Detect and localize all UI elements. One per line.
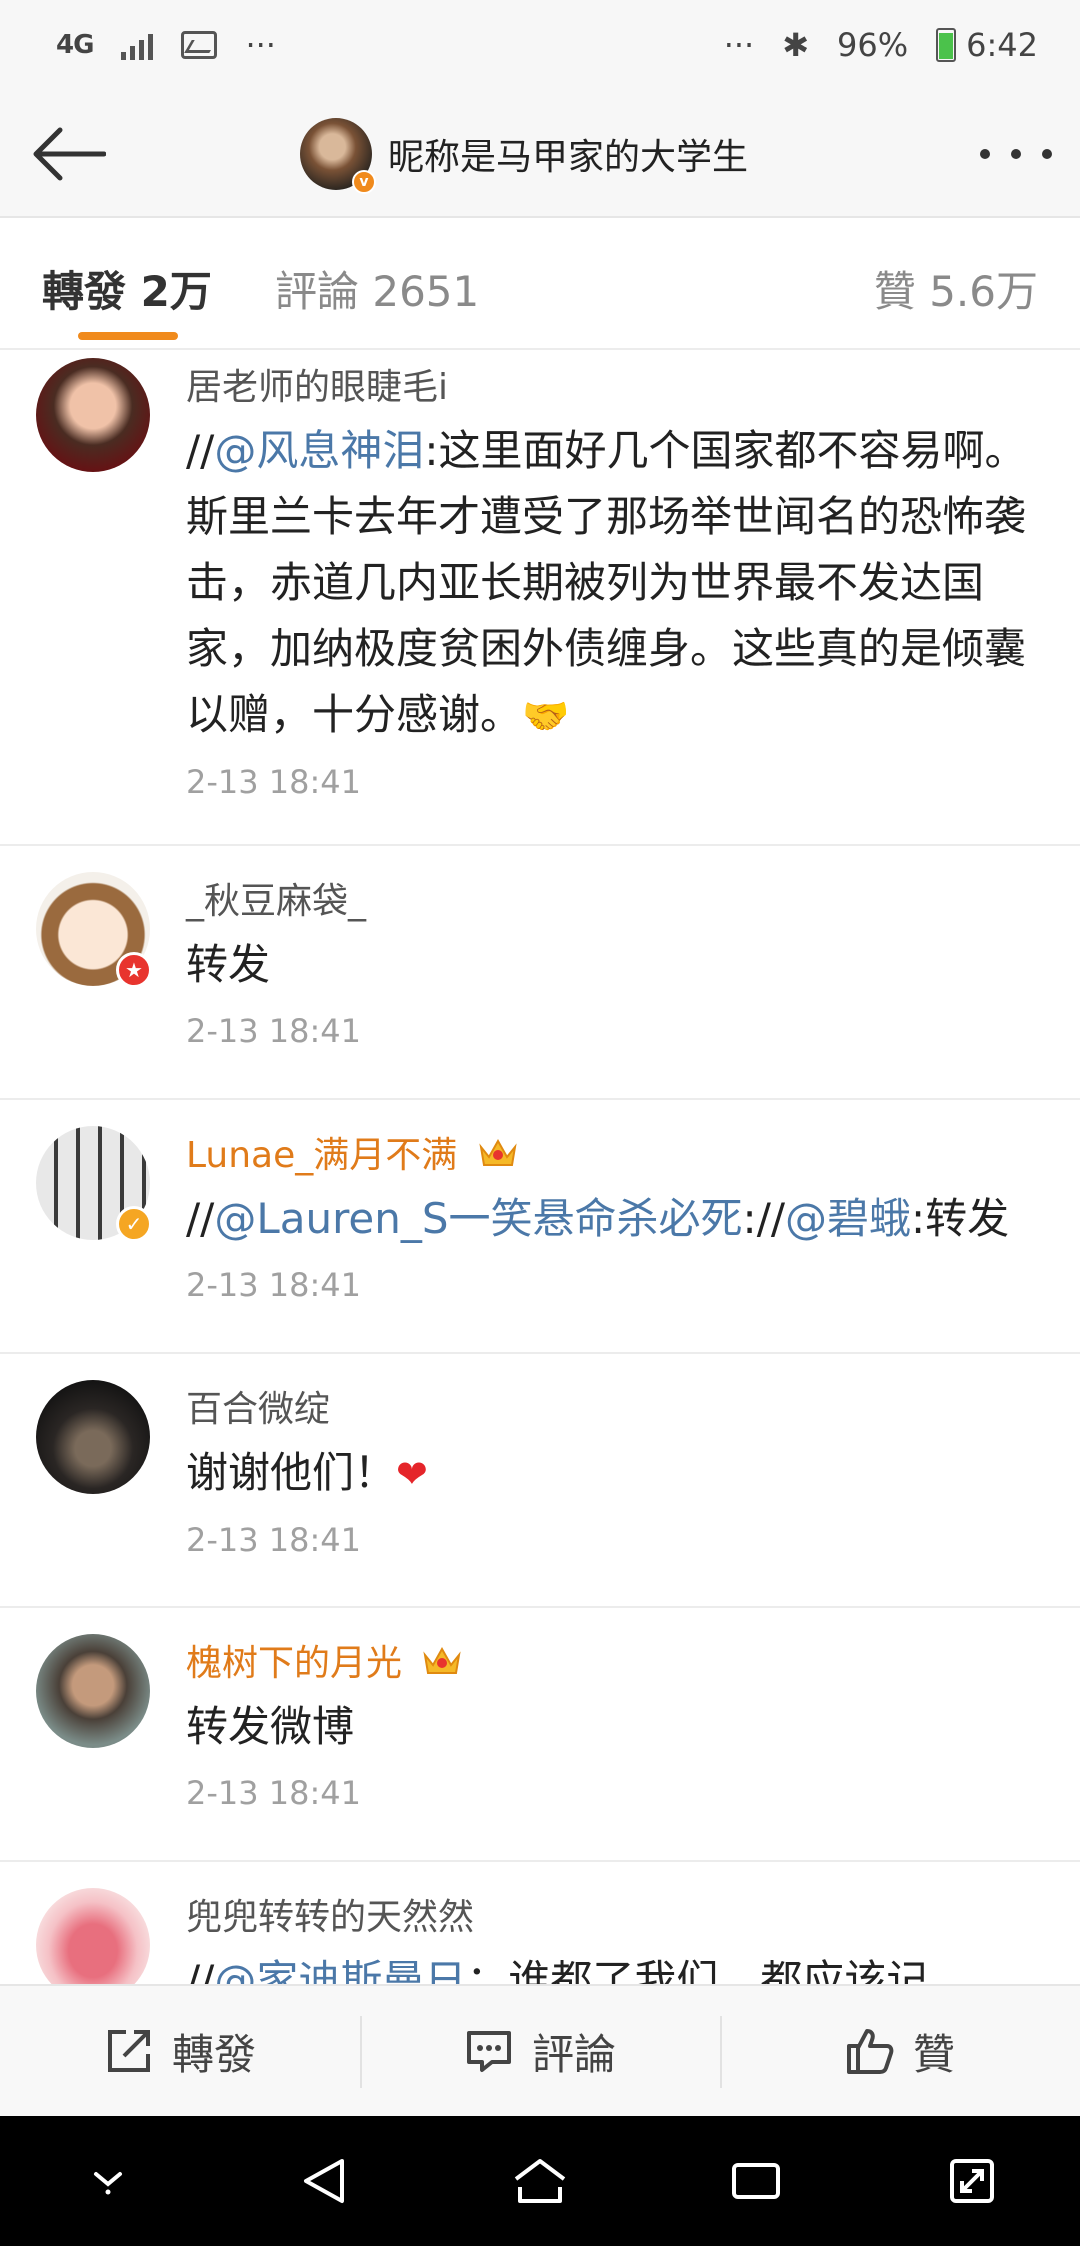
bluetooth-icon: ✱ (782, 26, 810, 64)
gallery-icon (181, 31, 218, 59)
back-button[interactable] (28, 116, 108, 192)
repost-prefix: // (186, 1956, 215, 1984)
repost-text: 谢谢他们！ (186, 1448, 397, 1497)
verified-badge-icon: v (352, 170, 376, 194)
tab-reposts[interactable]: 轉發 2万 (42, 258, 212, 319)
timestamp: 2-13 18:41 (186, 763, 362, 801)
repost-content: //@Lauren_S一笑悬命杀必死://@碧蛾:转发 (186, 1186, 1042, 1252)
comment-button[interactable]: 評論 (360, 1986, 720, 2116)
header-title: 昵称是马甲家的大学生 (388, 137, 749, 178)
hide-nav-button[interactable] (63, 2136, 153, 2226)
thumbs-up-icon (846, 2029, 894, 2074)
mention-link[interactable]: @风息神泪 (214, 426, 424, 475)
avatar[interactable]: ★ (36, 872, 152, 988)
notification-more-icon: ··· (245, 26, 276, 64)
heart-emoji-icon: ❤ (396, 1452, 428, 1496)
list-item[interactable]: 居老师的眼睫毛i //@风息神泪:这里面好几个国家都不容易啊。斯里兰卡去年才遭受… (0, 352, 1080, 846)
arrow-left-icon (33, 127, 106, 181)
mention-link[interactable]: @家迪斯曼日 (214, 1956, 466, 1984)
username[interactable]: 百合微绽 (186, 1380, 1042, 1440)
repost-content: 转发微博 (186, 1702, 355, 1751)
app-header: v 昵称是马甲家的大学生 (0, 90, 1080, 218)
list-item[interactable]: 兜兜转转的天然然 //@家迪斯曼日：谁都了我们，都应该记 (0, 1862, 1080, 1984)
nav-expand-button[interactable] (927, 2136, 1017, 2226)
repost-text: ：谁都了我们，都应该记 (466, 1956, 929, 1984)
repost-content: //@风息神泪:这里面好几个国家都不容易啊。斯里兰卡去年才遭受了那场举世闻名的恐… (186, 418, 1042, 749)
active-tab-indicator (78, 332, 178, 340)
share-icon (107, 2030, 150, 2072)
like-button-label: 贊 (912, 2029, 955, 2079)
repost-text: :转发 (911, 1194, 1010, 1243)
more-options-button[interactable] (980, 130, 1052, 178)
like-button[interactable]: 贊 (720, 1986, 1080, 2116)
avatar[interactable]: ✓ (36, 1126, 152, 1242)
mention-link[interactable]: @碧蛾 (785, 1194, 911, 1243)
comment-button-label: 評論 (531, 2029, 616, 2079)
list-item[interactable]: 百合微绽 谢谢他们！❤ 2-13 18:41 (0, 1354, 1080, 1608)
list-item[interactable]: ✓ Lunae_满月不满 //@Lauren_S一笑悬命杀必死://@碧蛾:转发… (0, 1100, 1080, 1354)
battery-icon (936, 28, 957, 62)
username-text[interactable]: 槐树下的月光 (186, 1643, 402, 1684)
tab-bar: 轉發 2万 評論 2651 贊 5.6万 (0, 220, 1080, 350)
username[interactable]: Lunae_满月不满 (186, 1126, 1042, 1186)
nav-back-button[interactable] (279, 2136, 369, 2226)
home-icon (514, 2159, 566, 2203)
username[interactable]: 居老师的眼睫毛i (186, 358, 1042, 418)
list-item[interactable]: 槐树下的月光 转发微博 2-13 18:41 (0, 1608, 1080, 1862)
username[interactable]: 槐树下的月光 (186, 1634, 1042, 1694)
system-navigation-bar (0, 2116, 1080, 2246)
repost-content: 转发 (186, 940, 271, 989)
timestamp: 2-13 18:41 (186, 1521, 362, 1559)
header-user[interactable]: v 昵称是马甲家的大学生 (300, 118, 749, 194)
repost-content: 谢谢他们！❤ (186, 1440, 1042, 1507)
avatar[interactable] (36, 1380, 150, 1494)
timestamp: 2-13 18:41 (186, 1266, 362, 1304)
username[interactable]: 兜兜转转的天然然 (186, 1888, 1042, 1948)
handshake-emoji-icon: 🤝 (522, 694, 570, 738)
timestamp: 2-13 18:41 (186, 1774, 362, 1812)
header-avatar[interactable]: v (300, 118, 376, 194)
chevron-down-icon (94, 2172, 122, 2195)
network-indicator: 4G (56, 30, 94, 60)
expand-icon (950, 2159, 994, 2203)
status-bar: 4G ··· ··· ✱ 96% 6:42 (0, 0, 1080, 90)
mention-link[interactable]: @Lauren_S一笑悬命杀必死 (214, 1194, 742, 1243)
repost-prefix: // (186, 1194, 215, 1243)
repost-prefix: // (186, 426, 215, 475)
tab-comments[interactable]: 評論 2651 (275, 258, 479, 319)
username-text[interactable]: Lunae_满月不满 (186, 1135, 457, 1176)
username[interactable]: _秋豆麻袋_ (186, 872, 1042, 932)
vip-crown-icon (423, 1646, 462, 1674)
repost-list[interactable]: 居老师的眼睫毛i //@风息神泪:这里面好几个国家都不容易啊。斯里兰卡去年才遭受… (0, 352, 1080, 1984)
avatar[interactable] (36, 1634, 150, 1748)
signal-icon (121, 30, 154, 60)
star-badge-icon: ★ (116, 952, 152, 988)
repost-button-label: 轉發 (171, 2029, 256, 2079)
list-item[interactable]: ★ _秋豆麻袋_ 转发 2-13 18:41 (0, 846, 1080, 1100)
avatar[interactable] (36, 358, 150, 472)
repost-button[interactable]: 轉發 (0, 1986, 360, 2116)
triangle-back-icon (304, 2159, 344, 2203)
dot-icon (1011, 149, 1021, 159)
repost-content: //@家迪斯曼日：谁都了我们，都应该记 (186, 1948, 1042, 1984)
verified-badge-icon: ✓ (116, 1206, 152, 1242)
battery-percentage: 96% (837, 26, 909, 64)
comment-icon (466, 2031, 511, 2072)
clock: 6:42 (966, 26, 1038, 64)
timestamp: 2-13 18:41 (186, 1012, 362, 1050)
nav-recents-button[interactable] (711, 2136, 801, 2226)
vip-crown-icon (479, 1138, 517, 1166)
status-more-icon: ··· (723, 26, 755, 64)
dot-icon (1042, 149, 1052, 159)
action-bar: 轉發 評論 贊 (0, 1984, 1080, 2116)
avatar[interactable] (36, 1888, 150, 1984)
dot-icon (980, 149, 990, 159)
recents-icon (732, 2163, 780, 2199)
repost-separator: :// (742, 1194, 785, 1243)
nav-home-button[interactable] (495, 2136, 585, 2226)
tab-likes[interactable]: 贊 5.6万 (874, 258, 1038, 319)
